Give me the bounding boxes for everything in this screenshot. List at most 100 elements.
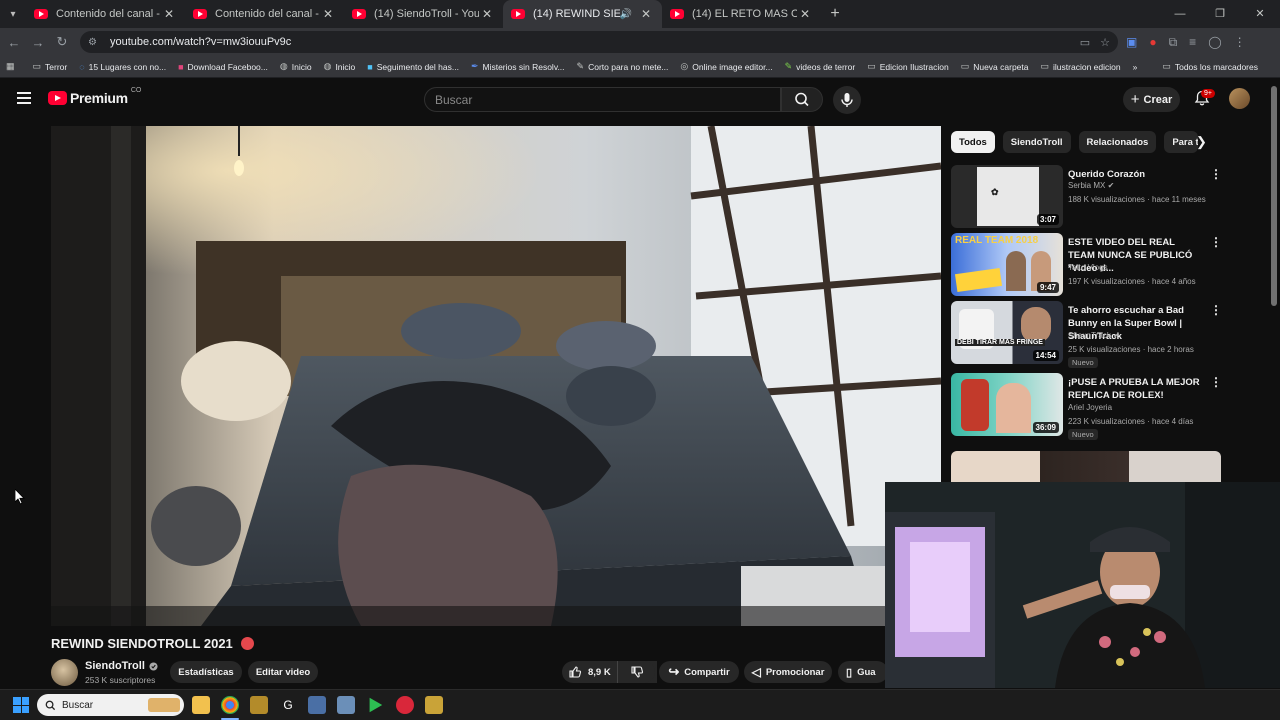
video-duration: 3:07 xyxy=(1036,214,1059,225)
browser-menu-icon[interactable]: ⋮ xyxy=(1234,35,1246,49)
youtube-logo[interactable]: Premium CO xyxy=(48,87,141,106)
video-thumbnail[interactable]: ✿ 3:07 xyxy=(951,165,1063,228)
file-explorer-icon[interactable] xyxy=(192,696,210,714)
channel-name[interactable]: ShaunTrack ✔ xyxy=(1068,331,1120,340)
channel-avatar[interactable] xyxy=(51,659,78,686)
close-icon[interactable]: ✕ xyxy=(638,7,654,21)
bookmark-item[interactable]: ▭ ilustracion edicion xyxy=(1041,61,1121,72)
media-player-icon[interactable] xyxy=(369,697,383,713)
translate-icon[interactable]: ▣ xyxy=(1126,35,1137,49)
bookmark-item[interactable]: ▭ Terror xyxy=(33,61,68,72)
back-arrow-icon[interactable]: ← xyxy=(2,35,26,50)
restore-icon[interactable]: ❐ xyxy=(1200,0,1240,28)
browser-tab-active[interactable]: (14) REWIND SIENDOTROLL 🔊 ✕ xyxy=(503,0,662,28)
tool-app-icon[interactable] xyxy=(425,696,443,714)
extension-red-icon[interactable]: ● xyxy=(1149,35,1156,49)
menu-icon[interactable] xyxy=(17,92,31,104)
media-control-icon[interactable]: ≡ xyxy=(1189,35,1196,49)
editor-icon: ◎ xyxy=(680,61,689,71)
bookmark-item[interactable]: ■ Seguimento del has... xyxy=(367,62,459,72)
forward-arrow-icon[interactable]: → xyxy=(26,35,50,50)
url-bar[interactable]: ⚙ youtube.com/watch?v=mw3iouuPv9c ▭ ☆ xyxy=(80,31,1118,53)
browser-tab[interactable]: (14) EL RETO MAS ORIGINAL D ✕ xyxy=(662,0,821,28)
speaker-icon[interactable]: 🔊 xyxy=(620,9,632,20)
calculator-icon[interactable] xyxy=(337,696,355,714)
tab-search-icon[interactable]: ▾ xyxy=(0,0,26,28)
edit-video-button[interactable]: Editar video xyxy=(248,661,318,683)
chevron-right-icon[interactable]: ❯ xyxy=(1196,134,1207,150)
recommendation-item[interactable]: ✿ 3:07 Querido Corazón Serbia MX ✔ 188 K… xyxy=(951,165,1222,229)
all-bookmarks-button[interactable]: ▭ Todos los marcadores xyxy=(1162,61,1258,72)
save-button[interactable]: ▯ Gua xyxy=(838,661,888,683)
browser-tab[interactable]: (14) SiendoTroll - YouTube ✕ xyxy=(344,0,503,28)
taskbar-search-input[interactable]: Buscar xyxy=(37,694,184,716)
bookmark-item[interactable]: ■ Download Faceboo... xyxy=(178,62,268,72)
share-button[interactable]: ↪ Compartir xyxy=(659,661,739,683)
browser-tab[interactable]: Contenido del canal - YouTube ✕ xyxy=(26,0,185,28)
video-thumbnail[interactable] xyxy=(951,451,1221,483)
video-title-link[interactable]: Querido Corazón xyxy=(1068,168,1203,181)
site-settings-icon[interactable]: ⚙ xyxy=(88,37,102,48)
windows-start-icon[interactable] xyxy=(13,697,29,713)
apps-grid-icon[interactable]: ▦ xyxy=(6,61,19,72)
video-thumbnail[interactable]: 36:09 xyxy=(951,373,1063,436)
channel-name[interactable]: SiendoTroll xyxy=(85,660,158,672)
voice-search-button[interactable] xyxy=(833,86,861,114)
more-options-icon[interactable]: ⋮ xyxy=(1210,375,1222,389)
video-thumbnail[interactable]: DEBI TIRAR MAS FRINGE 14:54 xyxy=(951,301,1063,364)
bookmarks-overflow-button[interactable]: » xyxy=(1133,62,1138,72)
video-player[interactable] xyxy=(51,126,941,626)
channel-name[interactable]: Tatto Vlogs xyxy=(1068,263,1108,272)
close-window-icon[interactable]: ✕ xyxy=(1240,0,1280,28)
bookmark-item[interactable]: ▭ Nueva carpeta xyxy=(961,61,1029,72)
minimize-icon[interactable]: — xyxy=(1160,0,1200,28)
channel-name[interactable]: Serbia MX ✔ xyxy=(1068,181,1114,190)
more-options-icon[interactable]: ⋮ xyxy=(1210,235,1222,249)
bookmark-item[interactable]: ✒ Misterios sin Resolv... xyxy=(471,61,565,72)
recommendation-item[interactable]: REAL TEAM 2018 9:47 ESTE VIDEO DEL REAL … xyxy=(951,233,1222,297)
video-editor-icon[interactable] xyxy=(308,696,326,714)
bookmark-item[interactable]: ▭ Edicion Ilustracion xyxy=(867,61,949,72)
search-input[interactable]: Buscar xyxy=(424,87,781,112)
page-scrollbar[interactable] xyxy=(1271,86,1277,306)
promote-button[interactable]: ◁ Promocionar xyxy=(744,661,832,683)
browser-tab[interactable]: Contenido del canal - YouTube ✕ xyxy=(185,0,344,28)
shield-app-icon[interactable] xyxy=(250,696,268,714)
chip-for-you[interactable]: Para ti xyxy=(1164,131,1199,153)
video-thumbnail[interactable]: REAL TEAM 2018 9:47 xyxy=(951,233,1063,296)
recommendation-item[interactable]: 36:09 ¡PUSE A PRUEBA LA MEJOR REPLICA DE… xyxy=(951,373,1222,440)
bookmark-item[interactable]: ◍ Inicio xyxy=(324,61,356,72)
profile-icon[interactable]: ◯ xyxy=(1208,35,1221,49)
bookmark-item[interactable]: ✎ videos de terror xyxy=(785,61,856,72)
account-avatar[interactable] xyxy=(1229,88,1250,109)
chrome-icon[interactable] xyxy=(221,696,239,714)
more-options-icon[interactable]: ⋮ xyxy=(1210,303,1222,317)
bookmark-item[interactable]: ◌ 15 Lugares con no... xyxy=(79,62,166,72)
bookmark-item[interactable]: ◎ Online image editor... xyxy=(680,61,772,72)
puzzle-icon[interactable]: ⧉ xyxy=(1169,35,1178,50)
bookmark-item[interactable]: ◍ Inicio xyxy=(280,61,312,72)
stop-app-icon[interactable] xyxy=(396,696,414,714)
cast-icon[interactable]: ▭ xyxy=(1080,36,1090,49)
chip-related[interactable]: Relacionados xyxy=(1078,131,1157,153)
more-options-icon[interactable]: ⋮ xyxy=(1210,167,1222,181)
close-icon[interactable]: ✕ xyxy=(479,7,495,21)
video-stats: 25 K visualizaciones · hace 2 horas xyxy=(1068,345,1194,354)
chip-all[interactable]: Todos xyxy=(951,131,995,153)
video-title-link[interactable]: ¡PUSE A PRUEBA LA MEJOR REPLICA DE ROLEX… xyxy=(1068,376,1203,402)
stats-button[interactable]: Estadísticas xyxy=(170,661,242,683)
dislike-button[interactable] xyxy=(617,661,655,683)
new-tab-button[interactable]: + xyxy=(821,5,849,23)
close-icon[interactable]: ✕ xyxy=(320,7,336,21)
create-button[interactable]: + Crear xyxy=(1123,87,1180,112)
recommendation-item[interactable]: DEBI TIRAR MAS FRINGE 14:54 Te ahorro es… xyxy=(951,301,1222,368)
app-icon[interactable]: G xyxy=(279,696,297,714)
search-button[interactable] xyxy=(781,87,823,112)
reload-icon[interactable]: ↻ xyxy=(50,34,74,50)
bookmark-star-icon[interactable]: ☆ xyxy=(1100,36,1110,49)
close-icon[interactable]: ✕ xyxy=(797,7,813,21)
bookmark-item[interactable]: ✎ Corto para no mete... xyxy=(577,61,669,72)
channel-name[interactable]: Ariel Joyeria xyxy=(1068,403,1112,412)
chip-siendotroll[interactable]: SiendoTroll xyxy=(1002,131,1071,153)
close-icon[interactable]: ✕ xyxy=(161,7,177,21)
